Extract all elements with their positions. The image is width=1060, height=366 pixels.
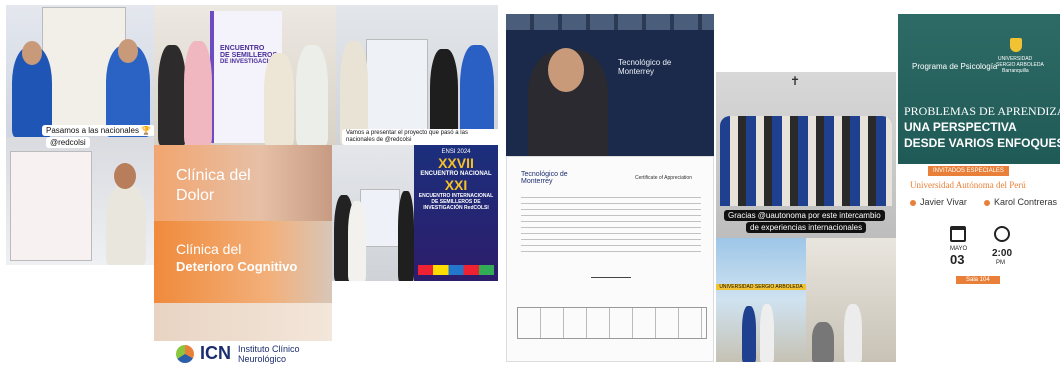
university-sign: UNIVERSIDAD SERGIO ARBOLEDA (716, 284, 806, 290)
poster-title-3: DESDE VARIOS ENFOQUES (904, 136, 1060, 150)
banner-title-1: ENCUENTRO (220, 45, 265, 52)
caption-line-1: Gracias @uautonoma por este intercambio (724, 210, 885, 221)
clinic-card-dolor: Clínica del Dolor (154, 145, 332, 221)
guest-2: Karol Contreras (994, 197, 1058, 207)
photo-panel-1b: @redcolsi (6, 137, 154, 265)
clinic-title-1a: Clínica del (176, 167, 251, 184)
ensi-num2: XXI (444, 177, 468, 193)
clinic-card-photo (154, 303, 332, 341)
event-room: Sala 104 (956, 276, 1000, 284)
ensi-line4: INVESTIGACIÓN RedCOLSI (423, 205, 489, 211)
cross-icon: ✝ (790, 74, 801, 88)
guest-bullet-icon (984, 200, 990, 206)
icn-logo-short: ICN (200, 343, 231, 363)
student-figure (296, 45, 328, 145)
poster-title-2: UNA PERSPECTIVA (904, 120, 1017, 134)
icn-logo-line1: Instituto Clínico (238, 344, 300, 354)
cert-title: Certificate of Appreciation (635, 175, 692, 181)
event-day: 03 (950, 252, 965, 267)
student-figure (158, 45, 186, 145)
student-head (118, 39, 138, 63)
tec-logo: Tecnológico de Monterrey (618, 58, 672, 76)
poster-title-1: PROBLEMAS DE APRENDIZAJE (904, 104, 1060, 118)
certificate-document: Tecnológico de Monterrey Certificate of … (506, 156, 714, 362)
guest-bullet-icon (910, 200, 916, 206)
calendar-icon (950, 226, 966, 242)
story-caption: Vamos a presentar el proyecto que pasó a… (342, 129, 498, 145)
event-poster: Programa de Psicología UNIVERSIDAD SERGI… (898, 14, 1060, 288)
student-figure (264, 53, 294, 145)
participant-strip (506, 14, 714, 30)
photo-panel-1: Pasamos a las nacionales 🏆 (6, 5, 154, 137)
caption-line-2: de experiencias internacionales (746, 222, 867, 233)
clinic-title-1b: Dolor (176, 187, 215, 204)
cert-text-block (521, 197, 701, 257)
cert-signature (591, 261, 631, 278)
photo-panel-8b: UNIVERSIDAD SERGIO ARBOLEDA (716, 238, 806, 362)
clinic-title-2a: Clínica del (176, 241, 242, 257)
student-figure (106, 185, 146, 265)
poster-board (366, 39, 428, 133)
poster-uni-3: Barranquilla (1002, 68, 1029, 74)
event-ampm: PM (996, 260, 1005, 266)
student-figure (742, 306, 756, 362)
guest-1: Javier Vivar (920, 197, 967, 207)
clinic-title-2b: Deterioro Cognitivo (176, 259, 298, 274)
group-crowd (720, 116, 892, 206)
student-head (22, 41, 42, 65)
story-tag: @redcolsi (46, 137, 90, 148)
ensi-event-card: ENSI 2024 XXVII ENCUENTRO NACIONAL XXI E… (414, 145, 498, 281)
poster-board (10, 151, 92, 261)
photo-panel-8: ✝ Gracias @uautonoma por este intercambi… (716, 72, 896, 238)
cert-brand: Tecnológico de Monterrey (521, 171, 568, 185)
guest-university: Universidad Autónoma del Perú (910, 180, 1026, 190)
icn-logo-line2: Neurológico (238, 354, 287, 364)
cert-table (517, 307, 707, 339)
poster-board (360, 189, 400, 247)
student-figure (812, 322, 834, 362)
university-logo-icon (1010, 38, 1022, 52)
photo-panel-3: Vamos a presentar el proyecto que pasó a… (336, 5, 498, 145)
poster-program: Programa de Psicología (912, 62, 998, 71)
student-figure (348, 201, 366, 281)
photo-panel-8c (806, 238, 896, 362)
ensi-num1: XXVII (438, 155, 474, 171)
event-time: 2:00 (992, 248, 1013, 259)
photo-panel-2: ENCUENTRO DE SEMILLEROS DE INVESTIGACIÓN (154, 5, 336, 145)
guests-label: INVITADOS ESPECIALES (928, 166, 1009, 176)
clinic-card-deterioro: Clínica del Deterioro Cognitivo (154, 221, 332, 303)
student-figure (844, 304, 862, 362)
icn-logo-icon (176, 345, 194, 363)
video-call-screen: Tecnológico de Monterrey (506, 14, 714, 156)
ensi-flags (418, 265, 494, 275)
story-caption: Pasamos a las nacionales 🏆 (42, 125, 154, 136)
icn-logo: ICN Instituto Clínico Neurológico (176, 343, 326, 365)
student-head (114, 163, 136, 189)
student-figure (760, 304, 774, 362)
clock-icon (994, 226, 1010, 242)
student-figure (398, 191, 414, 281)
photo-panel-5 (332, 145, 414, 281)
speaker-head (548, 48, 584, 92)
student-figure (184, 41, 212, 145)
